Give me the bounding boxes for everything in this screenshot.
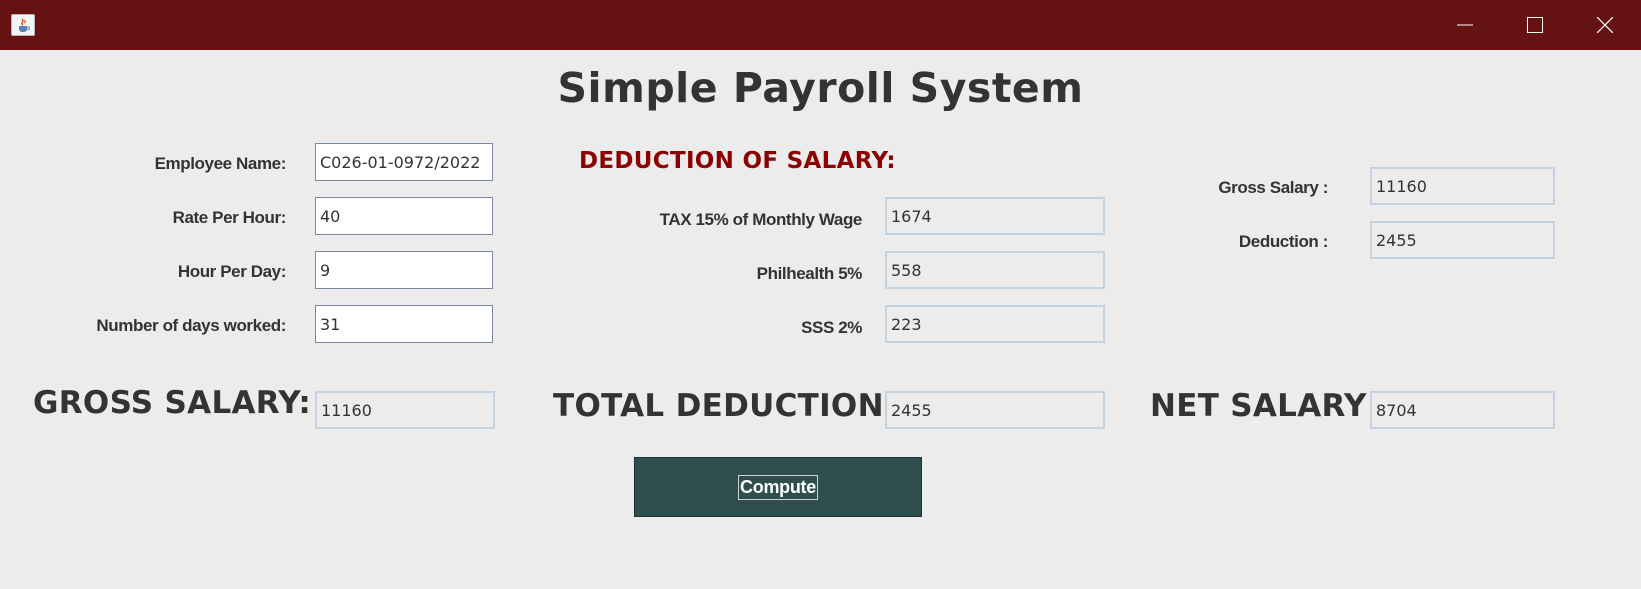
net-salary-label: NET SALARY : xyxy=(1150,388,1391,424)
gross-salary-summary-field[interactable]: 11160 xyxy=(1370,167,1555,205)
maximize-icon xyxy=(1527,17,1543,33)
page-title: Simple Payroll System xyxy=(557,64,1084,112)
minimize-icon xyxy=(1457,24,1473,26)
employee-name-label: Employee Name: xyxy=(154,154,287,173)
rate-per-hour-label: Rate Per Hour: xyxy=(172,208,287,227)
philhealth-label: Philhealth 5% xyxy=(756,264,863,283)
total-deduction-label: TOTAL DEDUCTION : xyxy=(553,388,908,424)
sss-label: SSS 2% xyxy=(801,318,862,337)
compute-button[interactable]: Compute xyxy=(634,457,922,517)
tax-label: TAX 15% of Monthly Wage xyxy=(659,210,863,229)
philhealth-field[interactable]: 558 xyxy=(885,251,1105,289)
payroll-form: Simple Payroll System Employee Name: C02… xyxy=(0,50,1641,589)
deduction-section-title: DEDUCTION OF SALARY: xyxy=(579,148,896,174)
gross-salary-total-label: GROSS SALARY: xyxy=(33,385,312,421)
total-deduction-field[interactable]: 2455 xyxy=(885,391,1105,429)
maximize-button[interactable] xyxy=(1500,0,1570,50)
close-button[interactable] xyxy=(1570,0,1640,50)
compute-button-label: Compute xyxy=(738,474,818,500)
close-icon xyxy=(1597,17,1613,33)
hour-per-day-label: Hour Per Day: xyxy=(177,262,287,281)
java-app-icon[interactable] xyxy=(11,14,35,36)
days-worked-field[interactable]: 31 xyxy=(315,305,493,343)
sss-field[interactable]: 223 xyxy=(885,305,1105,343)
window-titlebar[interactable] xyxy=(0,0,1641,50)
net-salary-field[interactable]: 8704 xyxy=(1370,391,1555,429)
tax-field[interactable]: 1674 xyxy=(885,197,1105,235)
gross-salary-total-field[interactable]: 11160 xyxy=(315,391,495,429)
hour-per-day-field[interactable]: 9 xyxy=(315,251,493,289)
employee-name-field[interactable]: C026-01-0972/2022 xyxy=(315,143,493,181)
minimize-button[interactable] xyxy=(1430,0,1500,50)
deduction-summary-field[interactable]: 2455 xyxy=(1370,221,1555,259)
deduction-summary-label: Deduction : xyxy=(1238,232,1328,251)
days-worked-label: Number of days worked: xyxy=(96,316,286,335)
rate-per-hour-field[interactable]: 40 xyxy=(315,197,493,235)
gross-salary-summary-label: Gross Salary : xyxy=(1218,178,1328,197)
